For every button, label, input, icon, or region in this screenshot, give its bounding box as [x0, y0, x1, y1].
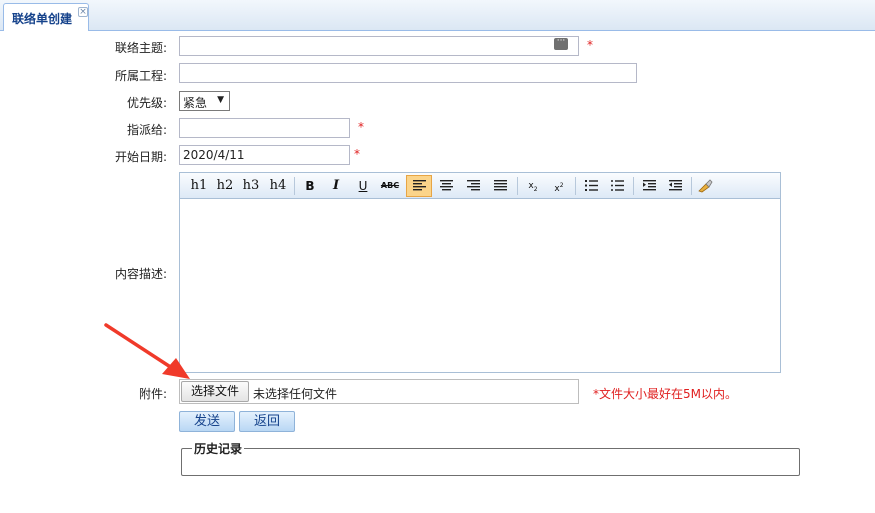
- close-icon[interactable]: ×: [78, 7, 88, 17]
- heading-4-button[interactable]: h4: [265, 175, 291, 197]
- indent-icon[interactable]: [636, 175, 662, 197]
- subscript-icon[interactable]: x2: [520, 175, 546, 197]
- tab-bar: 联络单创建 ×: [0, 0, 875, 31]
- align-center-icon[interactable]: [433, 175, 459, 197]
- assignee-label: 指派给:: [126, 123, 167, 137]
- bold-button[interactable]: B: [297, 175, 323, 197]
- superscript-icon[interactable]: x2: [546, 175, 572, 197]
- italic-button[interactable]: I: [323, 175, 349, 197]
- clear-format-icon[interactable]: [692, 175, 718, 197]
- subject-label: 联络主题:: [114, 41, 167, 55]
- priority-select[interactable]: 紧急 ▼: [179, 91, 230, 111]
- toolbar-separator: [575, 177, 576, 195]
- more-icon[interactable]: ···: [554, 37, 568, 50]
- tab-label: 联络单创建: [12, 12, 73, 26]
- file-status: 未选择任何文件: [253, 387, 338, 401]
- tab-create-contact[interactable]: 联络单创建 ×: [3, 3, 89, 31]
- priority-label: 优先级:: [126, 96, 167, 110]
- unordered-list-icon[interactable]: [604, 175, 630, 197]
- start-date-input[interactable]: [179, 145, 350, 165]
- editor-content-area[interactable]: [180, 200, 780, 372]
- align-right-icon[interactable]: [460, 175, 486, 197]
- back-button[interactable]: 返回: [239, 411, 295, 432]
- align-left-icon[interactable]: [406, 175, 432, 197]
- rich-text-editor: h1 h2 h3 h4 B I U ABC x2 x2: [179, 172, 781, 373]
- heading-3-button[interactable]: h3: [238, 175, 264, 197]
- toolbar-separator: [517, 177, 518, 195]
- history-legend: 历史记录: [192, 440, 245, 457]
- heading-2-button[interactable]: h2: [212, 175, 238, 197]
- required-mark: *: [587, 38, 593, 52]
- file-input: 选择文件 未选择任何文件: [179, 379, 579, 404]
- history-fieldset: 历史记录: [181, 440, 800, 476]
- annotation-arrow-icon: [104, 323, 190, 379]
- project-label: 所属工程:: [114, 69, 167, 83]
- submit-button[interactable]: 发送: [179, 411, 235, 432]
- required-mark: *: [358, 120, 364, 134]
- attachment-label: 附件:: [138, 387, 167, 401]
- description-label: 内容描述:: [114, 267, 167, 281]
- editor-toolbar: h1 h2 h3 h4 B I U ABC x2 x2: [180, 173, 780, 199]
- subject-input[interactable]: [179, 36, 579, 56]
- assignee-input[interactable]: [179, 118, 350, 138]
- underline-button[interactable]: U: [350, 175, 376, 197]
- required-mark: *: [354, 147, 360, 161]
- ordered-list-icon[interactable]: [578, 175, 604, 197]
- heading-1-button[interactable]: h1: [186, 175, 212, 197]
- align-justify-icon[interactable]: [487, 175, 513, 197]
- toolbar-separator: [294, 177, 295, 195]
- priority-value: 紧急: [183, 96, 208, 110]
- strikethrough-button[interactable]: ABC: [377, 175, 403, 197]
- caret-down-icon: ▼: [217, 95, 224, 105]
- project-input[interactable]: [179, 63, 637, 83]
- start-date-label: 开始日期:: [114, 150, 167, 164]
- file-size-hint: *文件大小最好在5M以内。: [593, 387, 737, 401]
- outdent-icon[interactable]: [662, 175, 688, 197]
- toolbar-separator: [633, 177, 634, 195]
